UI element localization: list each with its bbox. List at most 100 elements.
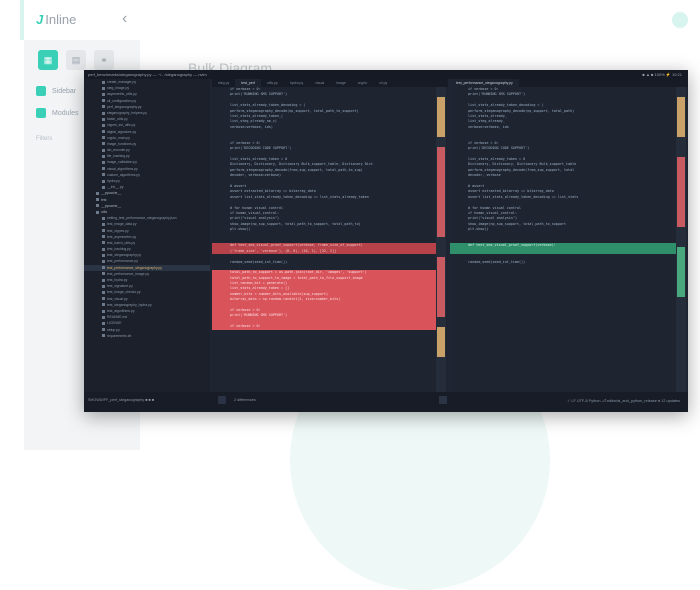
editor-tab[interactable]: test_performance_steganography.py [450, 79, 519, 87]
diff-toggle-icon[interactable] [218, 396, 226, 404]
tree-item-label: create_manager.py [107, 80, 137, 84]
tree-item-label: steganography_helpers.py [107, 110, 147, 115]
editor-tab[interactable]: hydra.py [284, 79, 309, 87]
sidebar-item-sidebar[interactable]: Sidebar [36, 86, 76, 96]
diff-pane-right: test_performance_steganography.py if ver… [450, 79, 688, 392]
tree-item-label: steg_image.py [107, 86, 130, 91]
tree-item-label: test [101, 197, 107, 202]
tree-item-label: test_asymmetric.py [107, 234, 137, 239]
code-editor-window: perf_benchmarks/steganography.py — ~/...… [84, 70, 688, 412]
tree-item-label: setup.py [107, 327, 120, 332]
minimap-left[interactable] [436, 87, 446, 392]
file-icon [102, 216, 105, 220]
file-icon [102, 241, 105, 245]
tree-item-label: hydra.py [107, 179, 121, 183]
editor-statusbar: SHOWDIFF_perf_steganography ■ ■ ■ 2 diff… [84, 392, 688, 412]
minimap-right[interactable] [676, 87, 686, 392]
file-icon [102, 297, 105, 301]
file-icon [102, 117, 105, 121]
tree-item-label: lsb_encoder.py [107, 148, 130, 153]
network-icon[interactable]: ⚭ [94, 50, 114, 70]
file-icon [102, 179, 105, 183]
status-indicator [672, 12, 688, 28]
file-icon [102, 309, 105, 313]
tree-item-label: requirements.txt [107, 333, 132, 338]
diff-navigate-icon[interactable] [439, 396, 447, 404]
tree-item-label: digital_signature.py [107, 129, 137, 134]
tree-item-label: __pycache__ [101, 203, 122, 208]
folder-icon [96, 204, 99, 208]
tree-item-label: utils [101, 209, 108, 214]
file-tree: create_manager.py steg_image.py asymmetric… [84, 79, 210, 392]
editor-tab[interactable]: cli.py [373, 79, 393, 87]
code-left[interactable]: if verbose > 0: print('RUNNING SMS SUPPO… [212, 87, 438, 392]
tree-item-label: test_algorithms.py [107, 308, 135, 313]
file-icon [102, 266, 105, 270]
file-icon [102, 260, 105, 264]
file-icon [102, 154, 105, 158]
diff-pane-left: steg.py test_perf utils.py hydra.py visual im… [212, 79, 448, 392]
sidebar-item-modules[interactable]: Modules [36, 108, 78, 118]
editor-tab[interactable]: steg.py [212, 79, 235, 87]
collapse-sidebar-icon[interactable]: ‹ [122, 10, 127, 28]
tree-item-label: test_batch_utils.py [107, 240, 136, 245]
tree-item-label: image_functions.py [107, 141, 137, 146]
file-icon [102, 80, 105, 84]
tree-item-label: perf_steganography.py [107, 104, 142, 109]
file-icon [102, 173, 105, 177]
minimap-region [677, 247, 685, 297]
editor-tab[interactable]: crypto [352, 79, 374, 87]
tree-item-label: test_steganography_hydra.py [107, 302, 152, 307]
tree-item-label: test_performance_steganography.py [107, 265, 162, 270]
deleted-line: if verbose > 0: [212, 324, 438, 330]
tree-item-label: visual_algorithms.py [107, 166, 138, 171]
checkbox-icon [36, 86, 46, 96]
logo-mark: J [36, 12, 44, 27]
editor-tab[interactable]: image [330, 79, 352, 87]
tree-item-label: cli_configuration.py [107, 98, 137, 103]
editor-tab[interactable]: utils.py [261, 79, 284, 87]
file-icon [102, 278, 105, 282]
editor-titlebar: perf_benchmarks/steganography.py — ~/...… [84, 70, 688, 79]
editor-tab[interactable]: test_perf [235, 79, 261, 87]
file-icon [102, 222, 105, 226]
tree-item-label: __pycache__ [101, 191, 122, 196]
logo-text: Inline [45, 12, 77, 27]
file-icon [102, 284, 105, 288]
tree-item-label: __init__.py [107, 185, 124, 190]
tree-item-label: test_steganography.py [107, 253, 142, 258]
editor-tab[interactable]: visual [309, 79, 330, 87]
grid-icon[interactable]: ▦ [38, 50, 58, 70]
tree-item-label: test_ctypes.py [107, 228, 129, 233]
file-icon [102, 290, 105, 294]
filters-label[interactable]: Filters [36, 136, 52, 142]
file-icon [102, 161, 105, 165]
status-info: ✓ LF UTF-8 Python ⎇ editorial_and_python… [567, 399, 680, 403]
tree-item-label: image_validation.py [107, 160, 137, 165]
tree-item-label: README.md [107, 315, 128, 320]
folder-icon [96, 210, 99, 214]
folder-icon [96, 191, 99, 195]
tree-item-label: file_hashing.py [107, 154, 130, 159]
tree-file[interactable]: requirements.txt [84, 333, 210, 339]
file-icon [102, 167, 105, 171]
file-icon [102, 105, 105, 109]
folder-icon [96, 198, 99, 202]
app-logo[interactable]: J Inline [36, 12, 76, 27]
file-icon [102, 136, 105, 140]
status-file: SHOWDIFF_perf_steganography ■ ■ ■ [88, 398, 155, 402]
file-icon [102, 92, 105, 96]
tree-item-label: LICENSE [107, 321, 122, 326]
file-icon [102, 303, 105, 307]
sidebar-view-switcher: ▦ ▤ ⚭ [38, 50, 114, 70]
file-icon [102, 229, 105, 233]
tree-item-label: test_hashing.py [107, 247, 131, 252]
code-right[interactable]: if verbose > 0: print('RUNNING SMS SUPPO… [450, 87, 678, 392]
system-tray: ■ ▲ ■ 100% ⚡ 10:21 [642, 72, 682, 77]
editor-tabs-left: steg.py test_perf utils.py hydra.py visual im… [212, 79, 448, 87]
file-icon [102, 123, 105, 127]
file-icon [102, 130, 105, 134]
list-icon[interactable]: ▤ [66, 50, 86, 70]
tree-item-label: batch_utils.py [107, 117, 128, 122]
tree-item-label: test_signature.py [107, 284, 133, 289]
